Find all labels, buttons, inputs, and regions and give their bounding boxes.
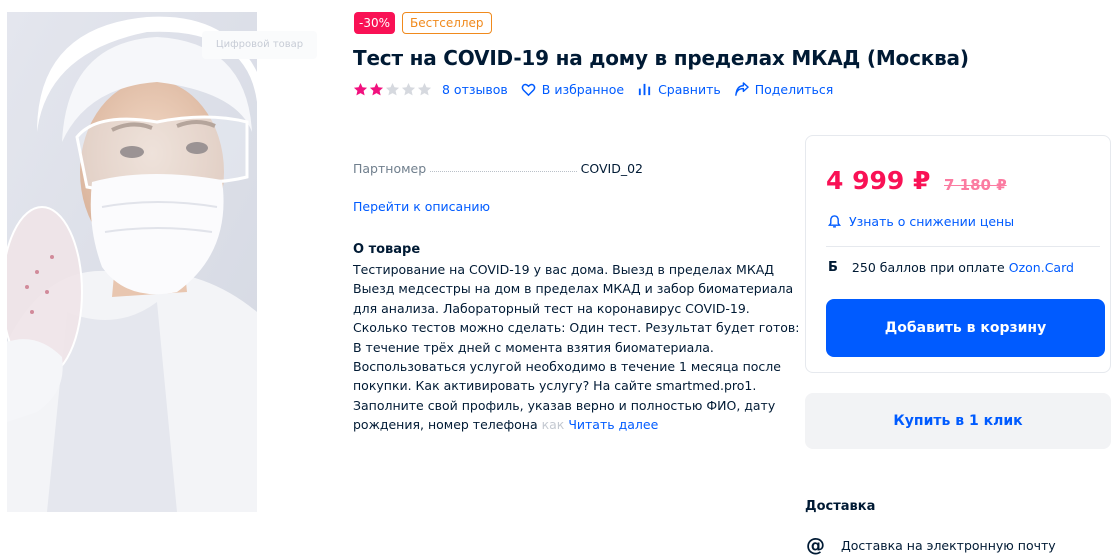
bestseller-badge: Бестселлер (402, 12, 492, 34)
about-line-fade: как (537, 417, 565, 433)
product-meta-bar: 8 отзывов В избранное Сравнить Поделитьс… (353, 82, 846, 97)
reviews-link[interactable]: 8 отзывов (442, 82, 508, 97)
characteristic-name: Партномер (353, 161, 427, 176)
badges: -30% Бестселлер (354, 12, 492, 34)
bonus-text: 250 баллов при оплате (851, 260, 1005, 275)
about-line: Тестирование на COVID-19 у вас дома. Вые… (353, 262, 775, 277)
price-drop-alert-link[interactable]: Узнать о снижении цены (828, 214, 1014, 229)
discount-badge: -30% (354, 12, 396, 34)
add-to-cart-button[interactable]: Добавить в корзину (826, 299, 1105, 357)
star-filled-icon (369, 82, 384, 96)
star-filled-icon (353, 82, 368, 96)
nurse-photo (7, 12, 257, 512)
read-more-link[interactable]: Читать далее (568, 417, 658, 432)
about-line: Сколько тестов можно сделать: Один тест.… (353, 320, 800, 336)
about-line: В течение трёх дней с момента взятия био… (353, 339, 714, 355)
reviews-count: 8 отзывов (442, 82, 508, 97)
dotted-leader (430, 171, 577, 172)
about-line-start: рождения, номер телефона (353, 417, 538, 433)
bonus-row: Б 250 баллов при оплате Ozon.Card (828, 260, 1074, 275)
compare-icon (638, 83, 651, 96)
favorite-label: В избранное (541, 82, 625, 97)
divider (826, 246, 1100, 247)
heart-icon (521, 83, 536, 97)
star-empty-icon (401, 82, 416, 96)
goto-description-link[interactable]: Перейти к описанию (353, 199, 490, 214)
about-title: О товаре (353, 242, 421, 257)
buy-box: 4 999 ₽ 7 180 ₽ Узнать о снижении цены Б… (805, 135, 1111, 373)
product-title: Тест на COVID-19 на дому в пределах МКАД… (353, 46, 969, 70)
compare-button[interactable]: Сравнить (637, 82, 721, 97)
about-line: Выезд медсестры на дом в пределах МКАД и… (353, 281, 794, 297)
delivery-option: @ Доставка на электронную почту (806, 535, 1056, 555)
share-icon (734, 82, 749, 96)
email-at-icon: @ (806, 534, 825, 556)
delivery-title: Доставка (805, 499, 876, 514)
favorite-button[interactable]: В избранное (521, 82, 624, 97)
about-line: Заполните свой профиль, указав верно и п… (353, 397, 776, 413)
digital-product-chip: Цифровой товар (202, 31, 317, 59)
old-price: 7 180 ₽ (944, 176, 1007, 194)
rating-stars[interactable] (353, 82, 432, 97)
product-image[interactable] (7, 12, 257, 512)
bell-icon (828, 215, 841, 228)
about-last-line: рождения, номер телефона как Читать дале… (353, 415, 783, 434)
about-line: покупки. Как активировать услугу? На сай… (353, 378, 757, 394)
compare-label: Сравнить (658, 82, 721, 97)
price-drop-alert-label: Узнать о снижении цены (849, 214, 1015, 229)
about-description: Тестирование на COVID-19 у вас дома. Вые… (353, 260, 800, 435)
star-empty-icon (385, 82, 400, 96)
delivery-email-label: Доставка на электронную почту (841, 537, 1056, 553)
share-button[interactable]: Поделиться (734, 82, 834, 97)
characteristic-value: COVID_02 (580, 161, 643, 176)
ozon-card-link[interactable]: Ozon.Card (1009, 260, 1074, 275)
characteristic-row: Партномер COVID_02 (353, 161, 643, 176)
about-line: для анализа. Лабораторный тест на корона… (353, 300, 750, 316)
about-line: Воспользоваться услугой необходимо в теч… (353, 359, 781, 375)
share-label: Поделиться (754, 82, 834, 97)
star-empty-icon (417, 82, 432, 96)
bonus-icon: Б (828, 260, 838, 275)
buy-one-click-button[interactable]: Купить в 1 клик (805, 393, 1111, 449)
current-price: 4 999 ₽ (826, 166, 931, 195)
